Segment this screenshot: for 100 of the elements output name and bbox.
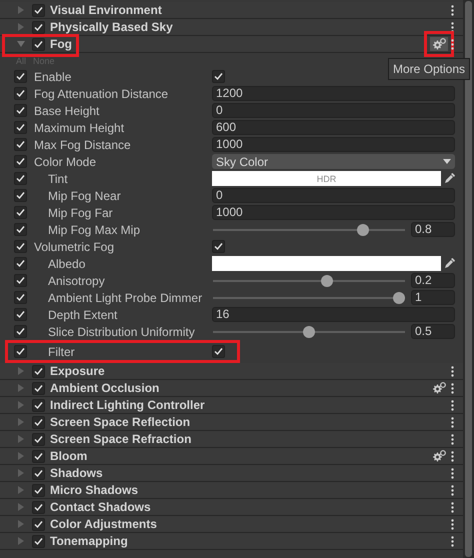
number-field[interactable]: 0.8	[411, 222, 455, 237]
property-label: Color Mode	[34, 154, 98, 168]
checkbox[interactable]	[32, 38, 45, 50]
number-field[interactable]: 1000	[212, 205, 455, 220]
property-label: Maximum Height	[34, 120, 126, 134]
checkbox[interactable]	[14, 223, 27, 236]
settings-button[interactable]	[430, 381, 448, 395]
component-title: Micro Shadows	[50, 483, 138, 497]
checkbox[interactable]	[32, 20, 45, 34]
slider-thumb[interactable]	[393, 292, 405, 304]
component-title: Visual Environment	[50, 3, 162, 17]
number-field[interactable]: 16	[212, 307, 455, 322]
checkbox[interactable]	[212, 345, 225, 358]
component-title: Indirect Lighting Controller	[50, 398, 205, 412]
checkbox[interactable]	[32, 484, 45, 496]
checkbox[interactable]	[32, 416, 45, 428]
property-label: Ambient Light Probe Dimmer	[47, 290, 204, 304]
kebab-menu-icon[interactable]	[451, 434, 454, 444]
component-title: Screen Space Reflection	[50, 415, 190, 429]
number-field[interactable]: 0	[212, 188, 455, 203]
checkbox[interactable]	[14, 121, 27, 134]
eyedropper-icon[interactable]	[444, 173, 455, 184]
kebab-menu-icon[interactable]	[451, 366, 454, 376]
checkbox[interactable]	[14, 87, 27, 100]
caret-icon	[443, 159, 451, 164]
number-field[interactable]: 0.2	[411, 273, 455, 288]
checkbox[interactable]	[32, 432, 45, 446]
property-label: Albedo	[47, 256, 86, 270]
checkbox[interactable]	[32, 450, 45, 462]
checkbox[interactable]	[14, 172, 27, 185]
scrollbar[interactable]	[465, 1, 472, 557]
slider-thumb[interactable]	[303, 326, 315, 338]
property-label: Filter	[47, 344, 76, 358]
color-field[interactable]	[212, 256, 441, 271]
kebab-menu-icon[interactable]	[451, 468, 454, 478]
checkbox[interactable]	[14, 104, 27, 117]
component-title: Color Adjustments	[50, 517, 157, 531]
property-label: Volumetric Fog	[34, 240, 116, 254]
property-label: Max Fog Distance	[34, 138, 132, 152]
checkbox[interactable]	[14, 291, 27, 304]
tooltip: More Options	[388, 58, 470, 80]
component-title: Physically Based Sky	[50, 20, 173, 34]
checkbox[interactable]	[14, 325, 27, 338]
number-field[interactable]: 0.5	[411, 324, 455, 339]
property-label: Depth Extent	[47, 308, 118, 322]
settings-button[interactable]	[430, 449, 448, 463]
kebab-menu-icon[interactable]	[451, 22, 454, 32]
eyedropper-icon[interactable]	[444, 258, 455, 269]
kebab-menu-icon[interactable]	[451, 536, 454, 546]
number-field[interactable]: 1	[411, 290, 455, 305]
checkbox[interactable]	[14, 70, 27, 83]
component-title: Exposure	[50, 364, 105, 378]
kebab-menu-icon[interactable]	[451, 502, 454, 512]
property-label: Anisotropy	[47, 274, 106, 288]
checkbox[interactable]	[32, 534, 45, 548]
checkbox[interactable]	[14, 274, 27, 287]
component-title: Contact Shadows	[50, 500, 151, 514]
number-field[interactable]: 600	[212, 120, 455, 135]
checkbox[interactable]	[14, 345, 27, 358]
property-label: Fog Attenuation Distance	[34, 86, 170, 100]
checkbox[interactable]	[14, 155, 27, 168]
kebab-menu-icon[interactable]	[451, 4, 454, 16]
kebab-menu-icon[interactable]	[451, 484, 454, 496]
checkbox[interactable]	[32, 382, 45, 394]
component-title: Fog	[50, 37, 72, 51]
component-title: Screen Space Refraction	[50, 432, 192, 446]
number-field[interactable]: 1000	[212, 137, 455, 152]
property-label: Base Height	[34, 104, 100, 118]
checkbox[interactable]	[14, 240, 27, 253]
kebab-menu-icon[interactable]	[451, 416, 454, 428]
checkbox[interactable]	[32, 466, 45, 480]
component-title: Shadows	[50, 466, 103, 480]
component-title: Tonemapping	[50, 534, 128, 548]
checkbox[interactable]	[212, 240, 225, 253]
number-field[interactable]: 1200	[212, 86, 455, 101]
component-title: Bloom	[50, 449, 88, 463]
property-label: Tint	[47, 172, 69, 186]
checkbox[interactable]	[32, 364, 45, 378]
checkbox[interactable]	[32, 398, 45, 412]
number-field[interactable]: 0	[212, 103, 455, 118]
kebab-menu-icon[interactable]	[451, 450, 454, 462]
checkbox[interactable]	[14, 138, 27, 151]
slider-thumb[interactable]	[357, 224, 369, 236]
checkbox[interactable]	[14, 257, 27, 270]
checkbox[interactable]	[32, 500, 45, 514]
kebab-menu-icon[interactable]	[451, 382, 454, 394]
checkbox[interactable]	[32, 4, 45, 16]
settings-button[interactable]	[430, 37, 448, 51]
slider-thumb[interactable]	[321, 274, 333, 286]
checkbox[interactable]	[14, 308, 27, 321]
checkbox[interactable]	[14, 206, 27, 219]
checkbox[interactable]	[32, 518, 45, 530]
kebab-menu-icon[interactable]	[451, 400, 454, 410]
property-label: Mip Fog Max Mip	[47, 222, 142, 236]
property-label: Slice Distribution Uniformity	[47, 324, 196, 338]
checkbox[interactable]	[212, 70, 225, 83]
component-title: Ambient Occlusion	[50, 381, 160, 395]
kebab-menu-icon[interactable]	[451, 518, 454, 530]
checkbox[interactable]	[14, 189, 27, 202]
dropdown[interactable]: Sky Color	[212, 154, 455, 169]
